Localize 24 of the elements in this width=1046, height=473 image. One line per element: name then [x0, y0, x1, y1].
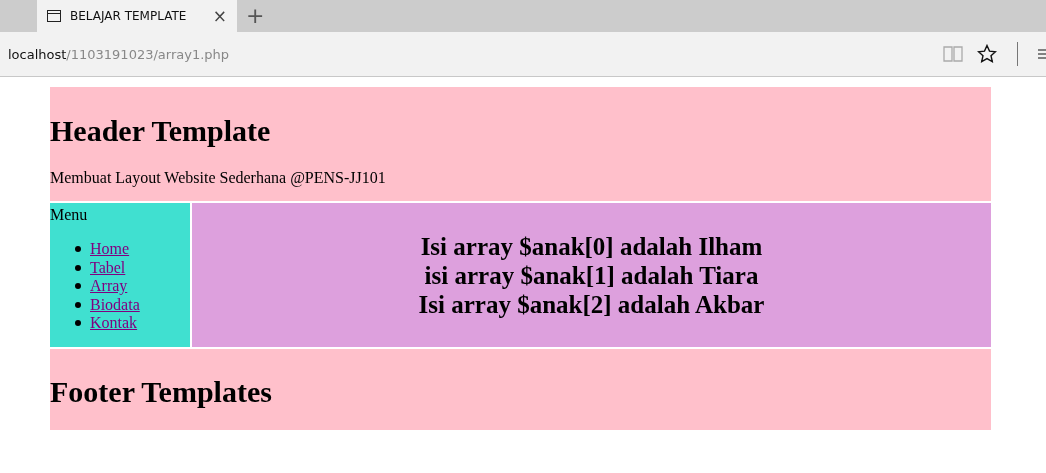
menu-link[interactable]: Biodata	[90, 295, 140, 314]
menu-link[interactable]: Tabel	[90, 258, 126, 277]
bullet-icon	[75, 246, 81, 253]
bullet-icon	[75, 264, 81, 271]
tab-title: BELAJAR TEMPLATE	[70, 9, 188, 23]
star-icon[interactable]	[977, 44, 997, 64]
new-tab-button[interactable]: +	[246, 5, 265, 27]
browser-tab[interactable]: BELAJAR TEMPLATE ×	[37, 0, 237, 32]
bullet-icon	[75, 320, 81, 327]
close-tab-button[interactable]: ×	[212, 7, 227, 25]
menu-link[interactable]: Array	[90, 277, 128, 296]
menu-title: Menu	[50, 206, 89, 224]
array-text: Isi array $anak[2] adalah Akbar	[418, 289, 765, 319]
array-text: isi array $anak[1] adalah Tiara	[424, 260, 759, 290]
menu-link[interactable]: Kontak	[90, 314, 138, 333]
window-icon	[47, 10, 61, 22]
bullet-icon	[75, 301, 81, 308]
header-title: Header Template	[50, 113, 272, 149]
array-text: Isi array $anak[0] adalah Ilham	[420, 231, 763, 261]
book-icon[interactable]	[943, 45, 963, 63]
header-subtitle: Membuat Layout Website Sederhana @PENS-JJ101	[50, 169, 387, 187]
bullet-icon	[75, 283, 81, 290]
menu-link[interactable]: Home	[90, 240, 130, 259]
footer-title: Footer Templates	[50, 374, 273, 410]
